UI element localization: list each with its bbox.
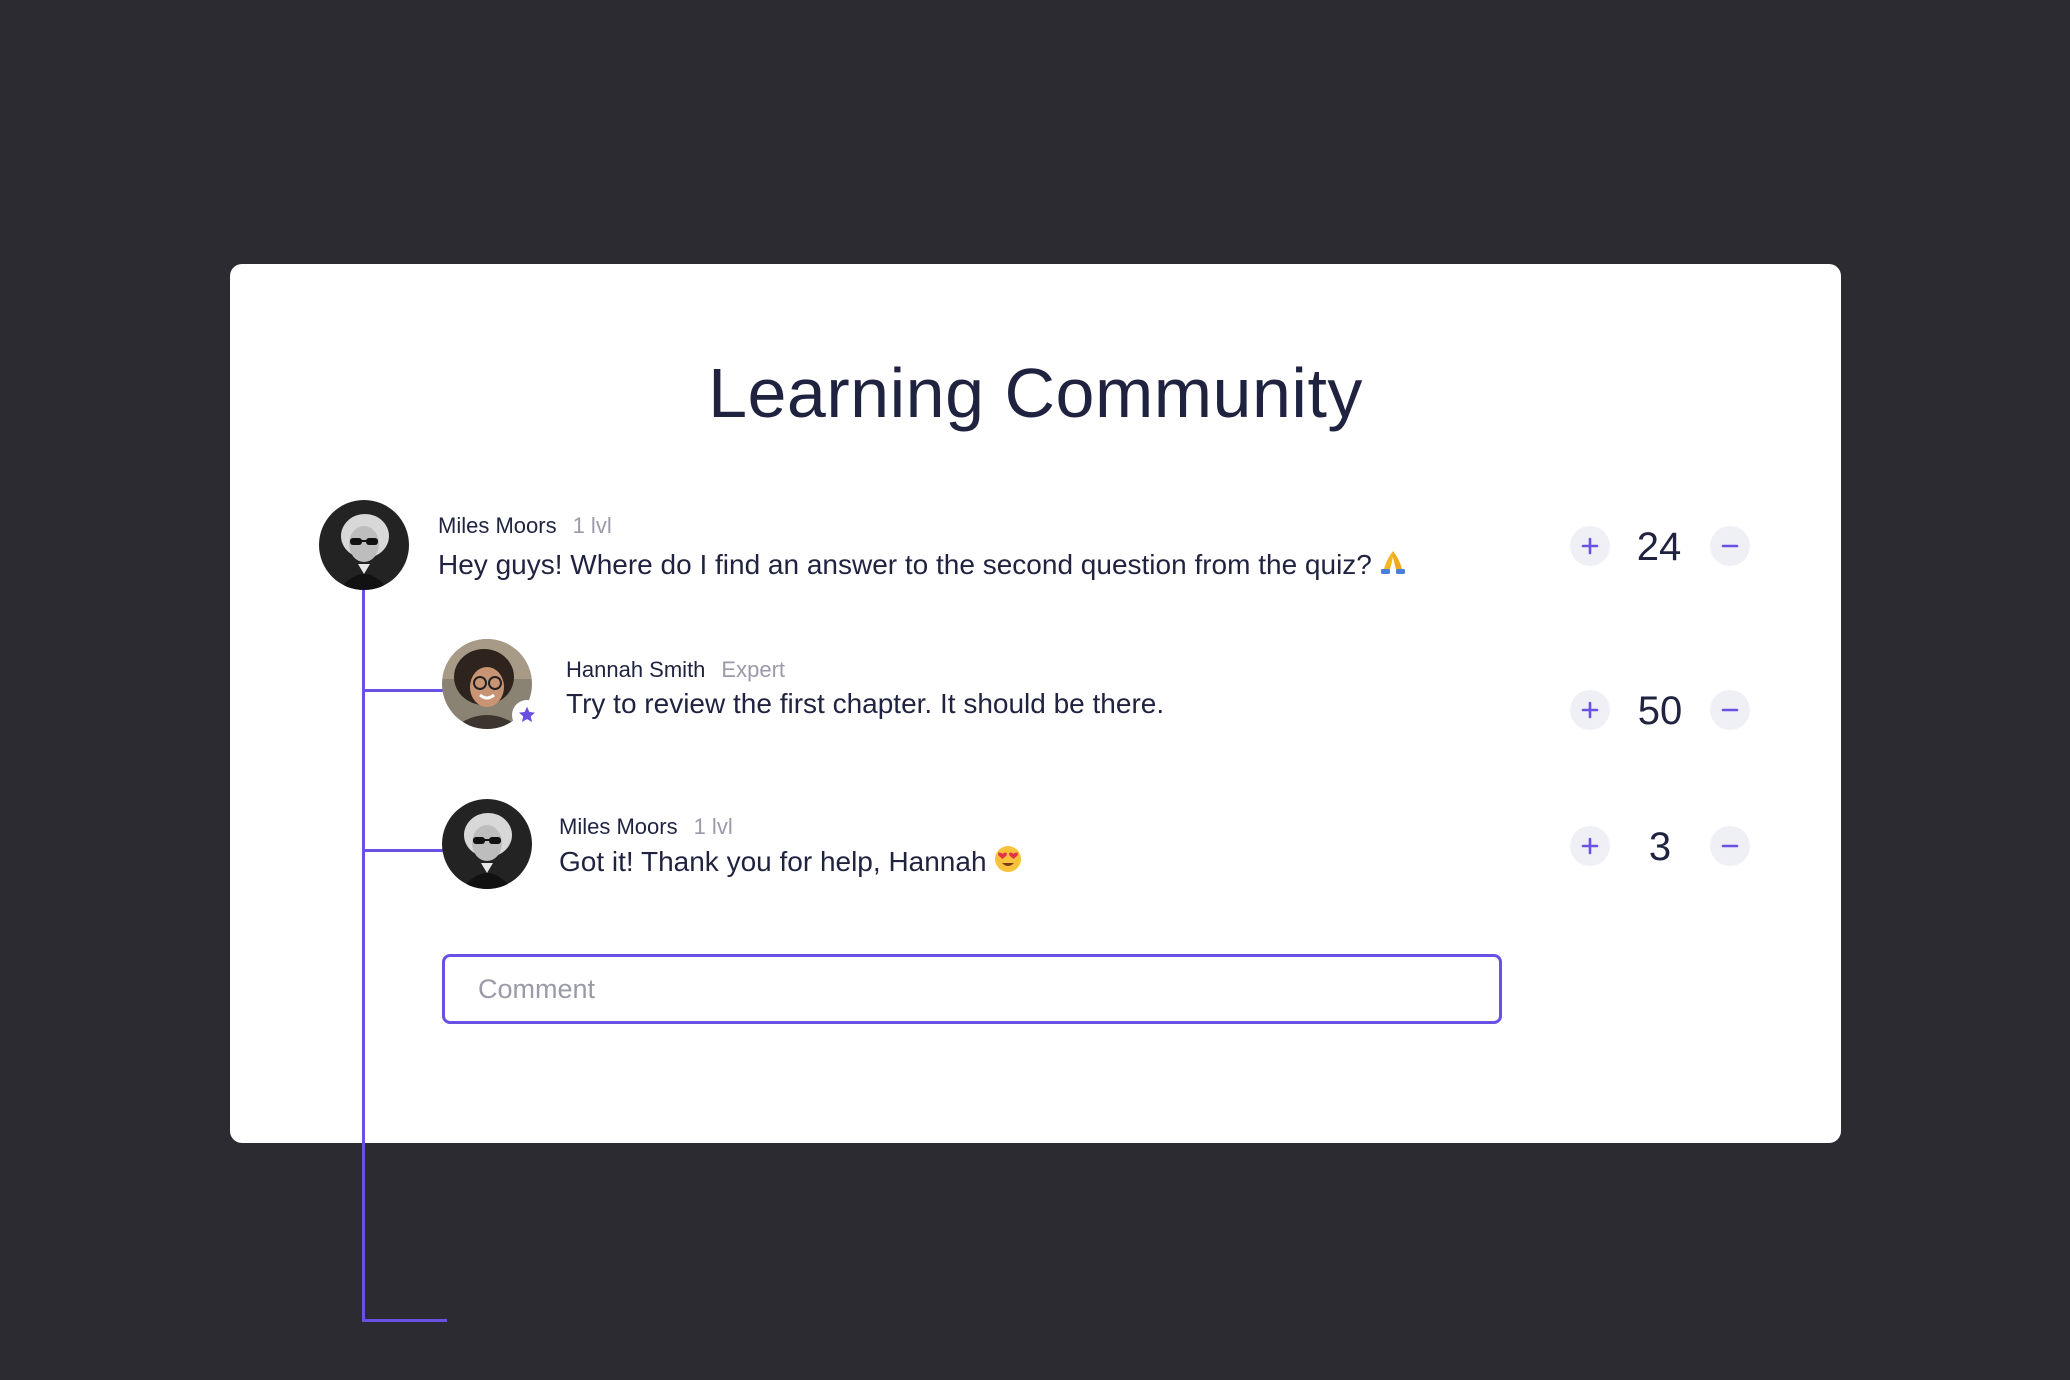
comment-input[interactable] — [442, 954, 1502, 1024]
downvote-button[interactable] — [1710, 526, 1750, 566]
vote-count: 24 — [1636, 525, 1682, 569]
comment-text-body: Try to review the first chapter. It shou… — [566, 688, 1165, 719]
plus-icon — [1581, 701, 1599, 719]
plus-icon — [1581, 837, 1599, 855]
thread-branch-1 — [362, 689, 444, 692]
comment-author[interactable]: Hannah Smith — [566, 657, 705, 682]
heart-eyes-emoji — [993, 844, 1023, 883]
comment-level: Expert — [721, 657, 786, 682]
downvote-button[interactable] — [1710, 826, 1750, 866]
comment-text-body: Got it! Thank you for help, Hannah — [559, 846, 987, 877]
folded-hands-emoji — [1378, 547, 1408, 586]
vote-count: 50 — [1637, 689, 1683, 733]
avatar-miles-image — [442, 799, 532, 889]
upvote-button[interactable] — [1570, 526, 1610, 566]
comment-text: Got it! Thank you for help, Hannah — [559, 844, 1023, 883]
avatar[interactable] — [319, 500, 409, 590]
downvote-button[interactable] — [1710, 690, 1750, 730]
comment-meta: Miles Moors 1 lvl — [438, 512, 612, 540]
minus-icon — [1721, 844, 1739, 848]
thread-branch-2 — [362, 849, 444, 852]
vote-count: 3 — [1648, 825, 1672, 869]
minus-icon — [1721, 708, 1739, 712]
upvote-button[interactable] — [1570, 826, 1610, 866]
star-icon — [519, 706, 535, 722]
expert-badge — [512, 700, 542, 730]
page-title: Learning Community — [708, 354, 1363, 432]
comment-meta: Hannah Smith Expert — [566, 656, 785, 684]
comment-meta: Miles Moors 1 lvl — [559, 813, 733, 841]
thread-branch-input — [362, 1319, 447, 1322]
comment-author[interactable]: Miles Moors — [559, 814, 678, 839]
comment-text: Try to review the first chapter. It shou… — [566, 686, 1164, 722]
comment-level: 1 lvl — [572, 513, 612, 538]
minus-icon — [1721, 544, 1739, 548]
thread-line — [362, 589, 365, 1322]
comment-text: Hey guys! Where do I find an answer to t… — [438, 547, 1408, 586]
community-card: Learning Community Miles Moors 1 lvl Hey … — [230, 264, 1841, 1322]
avatar[interactable] — [442, 799, 532, 889]
plus-icon — [1581, 537, 1599, 555]
upvote-button[interactable] — [1570, 690, 1610, 730]
comment-level: 1 lvl — [693, 814, 733, 839]
comment-author[interactable]: Miles Moors — [438, 513, 557, 538]
comment-text-body: Hey guys! Where do I find an answer to t… — [438, 549, 1372, 580]
avatar-miles-image — [319, 500, 409, 590]
